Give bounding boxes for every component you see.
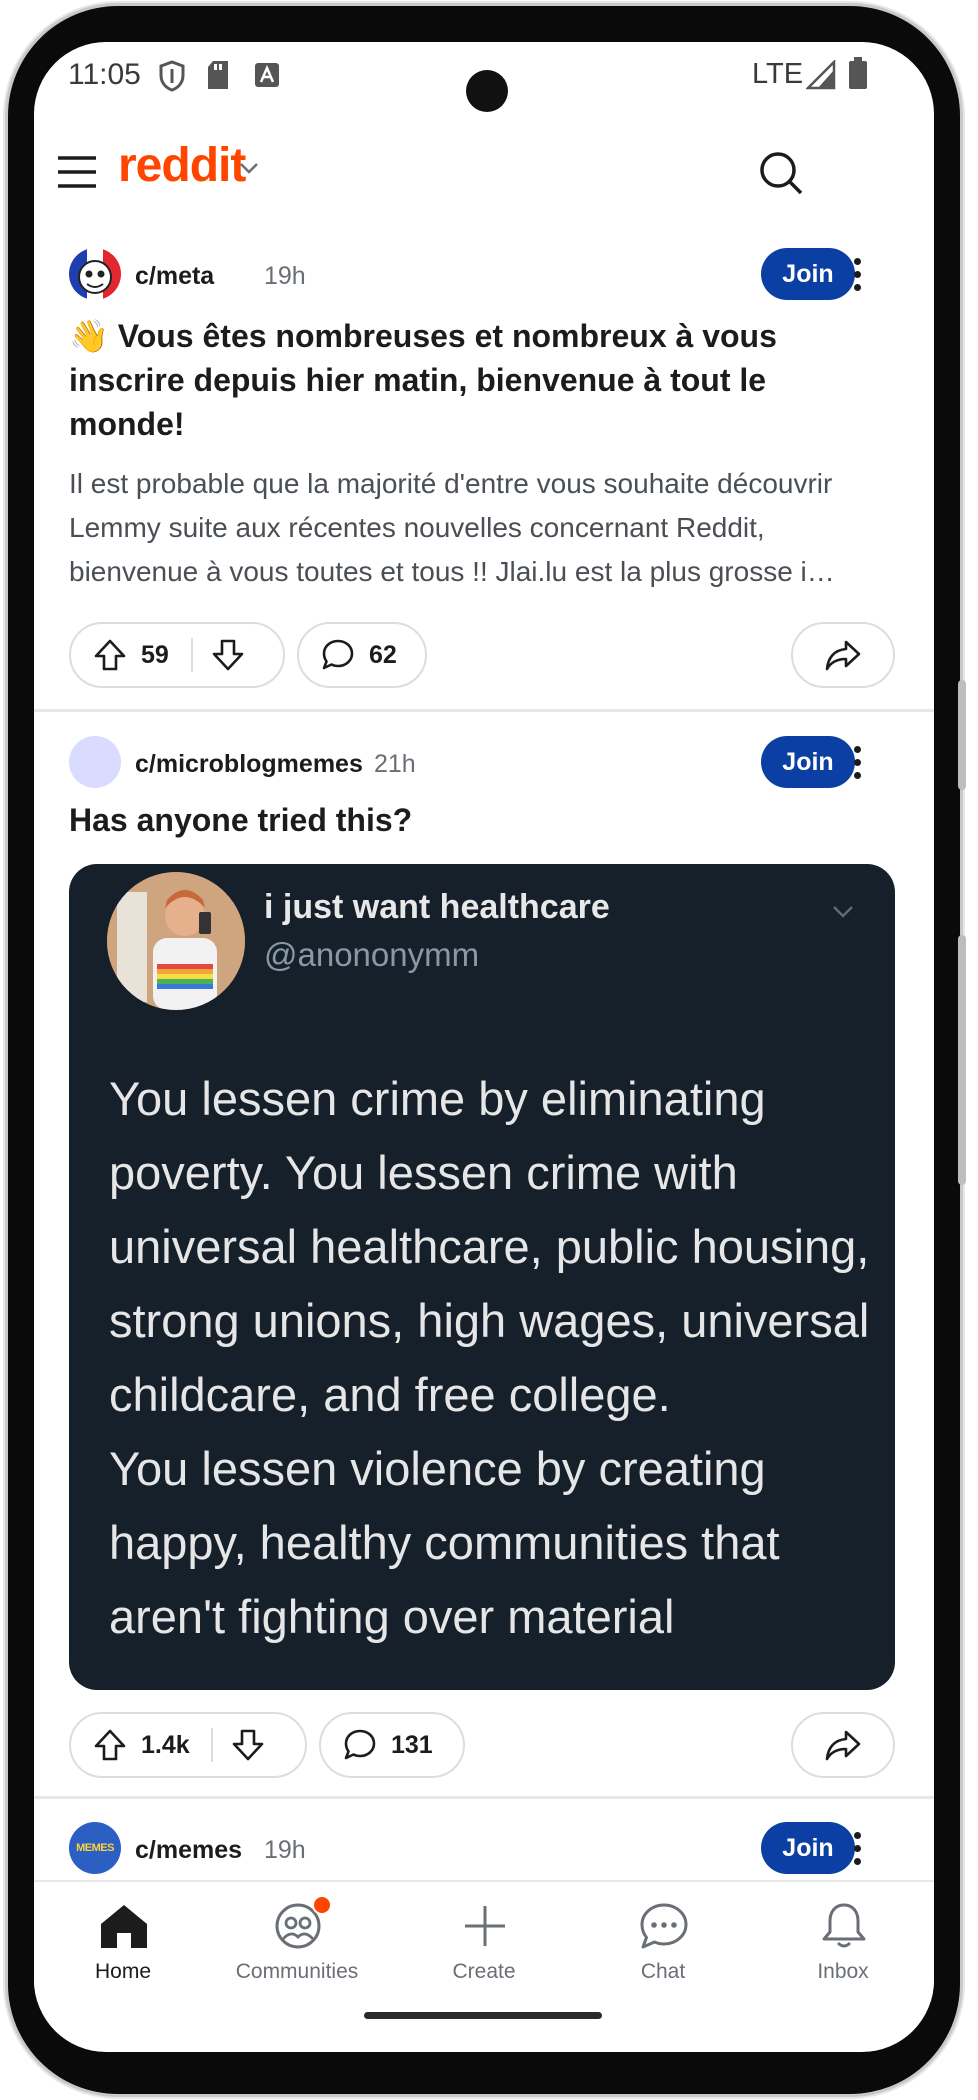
share-icon — [825, 1730, 861, 1761]
gesture-home-bar[interactable] — [364, 2012, 602, 2019]
app-header: reddit — [34, 132, 934, 242]
vote-divider — [191, 638, 193, 672]
subreddit-name[interactable]: c/memes — [135, 1836, 242, 1865]
comment-count: 62 — [369, 640, 397, 669]
sd-card-icon — [208, 61, 228, 89]
upvote-icon[interactable] — [93, 1728, 127, 1762]
phone-side-button — [958, 935, 966, 1185]
nav-home[interactable]: Home — [48, 1882, 198, 2002]
more-options-icon[interactable] — [842, 1822, 872, 1874]
comments-button[interactable]: 131 — [319, 1712, 465, 1778]
nav-label: Chat — [640, 1960, 686, 1983]
vote-divider — [211, 1728, 213, 1762]
post-time: 19h — [264, 262, 306, 290]
nav-chat[interactable]: Chat — [588, 1882, 738, 2002]
nav-communities[interactable]: Communities — [222, 1882, 372, 2002]
tweet-author-handle: @anononymm — [264, 936, 480, 973]
status-time: 11:05 — [68, 58, 141, 91]
plus-icon — [465, 1906, 505, 1946]
front-camera — [466, 70, 508, 112]
chevron-down-icon — [833, 906, 853, 918]
subreddit-name[interactable]: c/meta — [135, 262, 214, 291]
join-button[interactable]: Join — [761, 736, 855, 788]
share-button[interactable] — [791, 1712, 895, 1778]
battery-icon — [849, 57, 867, 89]
hamburger-menu-icon[interactable] — [56, 154, 98, 190]
keyboard-a-icon — [255, 63, 279, 87]
post-divider — [34, 1796, 934, 1799]
search-icon[interactable] — [758, 150, 804, 196]
post-title[interactable]: 👋 Vous êtes nombreuses et nombreux à vou… — [69, 314, 869, 446]
join-button[interactable]: Join — [761, 1822, 855, 1874]
subreddit-avatar[interactable] — [69, 248, 121, 300]
subreddit-avatar[interactable]: MEMES — [69, 1822, 121, 1874]
notification-badge — [312, 1895, 332, 1915]
memes-avatar-text: MEMES — [76, 1842, 114, 1854]
home-icon — [101, 1905, 147, 1948]
upvote-icon[interactable] — [93, 638, 127, 672]
chat-icon — [640, 1903, 688, 1949]
phone-screen: 11:05 LTE reddit c/meta 19h Join 👋 Vous … — [34, 42, 934, 2052]
tweet-text: You lessen crime by eliminating poverty.… — [109, 1072, 870, 1643]
signal-icon — [806, 60, 836, 90]
bottom-navigation: Home Communities Create Chat Inbox — [34, 1882, 934, 2002]
shield-icon — [159, 60, 185, 92]
upvote-count: 59 — [141, 640, 169, 669]
nav-inbox[interactable]: Inbox — [768, 1882, 918, 2002]
upvote-count: 1.4k — [141, 1730, 190, 1759]
reddit-logo[interactable]: reddit — [118, 138, 246, 193]
downvote-icon[interactable] — [211, 638, 245, 672]
bell-icon — [822, 1903, 866, 1948]
nav-label: Create — [452, 1960, 516, 1983]
vote-bar: 1.4k — [69, 1712, 307, 1778]
post-title[interactable]: Has anyone tried this? — [69, 798, 869, 842]
post-time: 21h — [374, 750, 416, 778]
nav-label: Home — [94, 1960, 152, 1983]
more-options-icon[interactable] — [842, 736, 872, 788]
nav-create[interactable]: Create — [409, 1882, 559, 2002]
phone-side-button — [958, 680, 966, 790]
tweet-author-name: i just want healthcare — [264, 888, 610, 926]
post-time: 19h — [264, 1836, 306, 1864]
post-image[interactable]: i just want healthcare @anononymm You le… — [69, 864, 895, 1690]
network-type: LTE — [752, 58, 804, 90]
post-body[interactable]: Il est probable que la majorité d'entre … — [69, 462, 899, 594]
tweet-avatar — [107, 872, 245, 1010]
post-divider — [34, 709, 934, 712]
share-button[interactable] — [791, 622, 895, 688]
share-icon — [825, 640, 861, 671]
join-button[interactable]: Join — [761, 248, 855, 300]
comment-icon — [344, 1729, 376, 1760]
chevron-down-icon[interactable] — [238, 160, 260, 176]
subreddit-avatar[interactable] — [69, 736, 121, 788]
nav-label: Communities — [235, 1960, 359, 1983]
downvote-icon[interactable] — [231, 1728, 265, 1762]
subreddit-name[interactable]: c/microblogmemes — [135, 750, 363, 779]
more-options-icon[interactable] — [842, 248, 872, 300]
comment-icon — [322, 639, 354, 670]
nav-label: Inbox — [817, 1960, 869, 1983]
comment-count: 131 — [391, 1730, 433, 1759]
vote-bar: 59 — [69, 622, 285, 688]
comments-button[interactable]: 62 — [297, 622, 427, 688]
